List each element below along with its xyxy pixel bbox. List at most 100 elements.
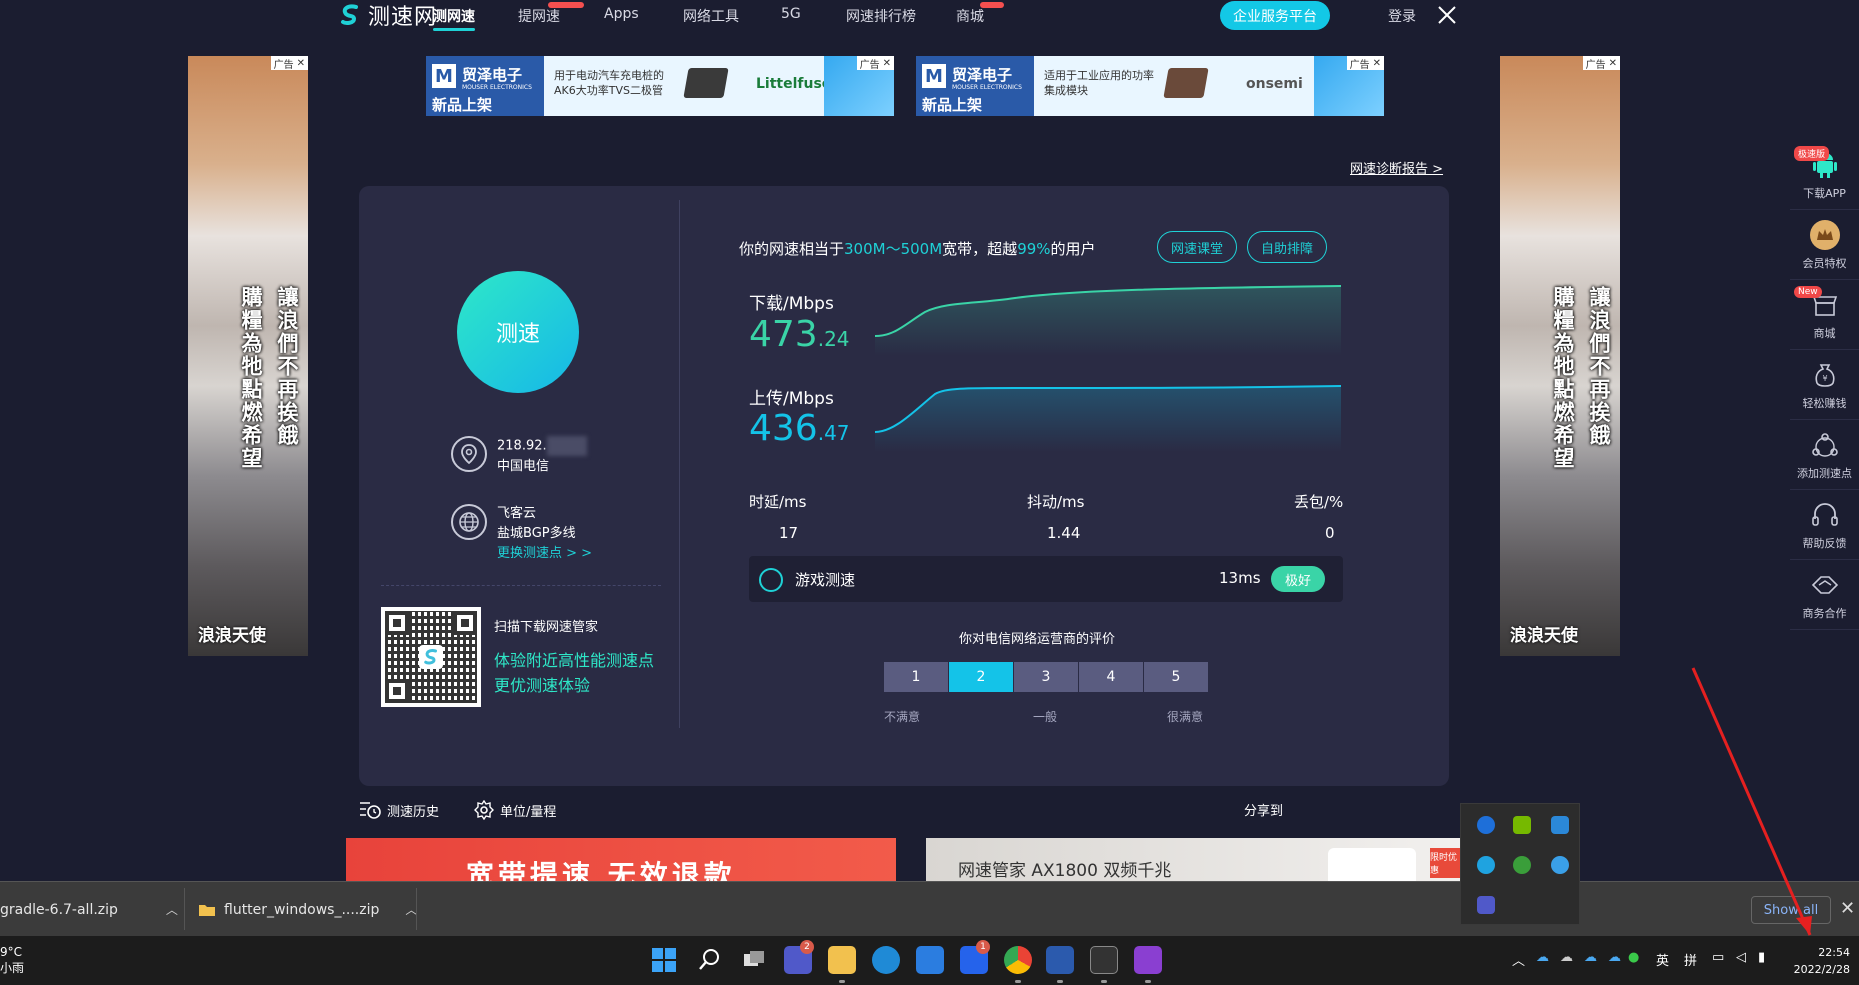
upload-chart bbox=[875, 385, 1341, 452]
bluetooth-icon[interactable] bbox=[1477, 816, 1495, 834]
close-icon[interactable] bbox=[1436, 4, 1458, 26]
store-icon[interactable] bbox=[916, 946, 944, 974]
terminal-icon[interactable] bbox=[1090, 946, 1118, 974]
download-int: 473 bbox=[749, 314, 818, 355]
side-ad-left[interactable]: 广告 ✕ 讓浪們不再挨餓 購糧為牠點燃希望 浪浪天使 bbox=[188, 56, 308, 656]
top-ad-1[interactable]: M 贸泽电子 MOUSER ELECTRONICS 新品上架 用于电动汽车充电桩… bbox=[426, 56, 894, 116]
download-filename: gradle-6.7-all.zip bbox=[0, 901, 118, 918]
scan-line: 体验附近高性能测速点 bbox=[494, 651, 655, 670]
battery-icon[interactable]: ▮ bbox=[1758, 950, 1765, 965]
sidebar-item-help[interactable]: 帮助反馈 bbox=[1790, 490, 1859, 560]
weather-widget[interactable]: 9°C 小雨 bbox=[0, 944, 24, 976]
unit-label: 单位/量程 bbox=[500, 804, 557, 820]
nvidia-icon[interactable] bbox=[1513, 816, 1531, 834]
visual-studio-icon[interactable] bbox=[1134, 946, 1162, 974]
sidebar-item-shop[interactable]: New 商城 bbox=[1790, 280, 1859, 350]
check-icon[interactable] bbox=[1551, 856, 1569, 874]
onedrive-icon[interactable]: ☁ bbox=[1536, 950, 1549, 965]
rating-low-label: 不满意 bbox=[884, 710, 921, 724]
ip-redaction bbox=[546, 436, 587, 456]
sidebar-item-add-node[interactable]: 添加测速点 bbox=[1790, 420, 1859, 490]
speed-class-button[interactable]: 网速课堂 bbox=[1157, 231, 1237, 263]
nav-shop[interactable]: 商城 bbox=[956, 2, 1004, 26]
nav-speedtest[interactable]: 测网速 bbox=[433, 6, 475, 31]
history-icon bbox=[360, 802, 381, 819]
teams-icon[interactable] bbox=[1477, 896, 1495, 914]
top-ad-2[interactable]: M 贸泽电子 MOUSER ELECTRONICS 新品上架 适用于工业应用的功… bbox=[916, 56, 1384, 116]
word-icon[interactable] bbox=[1046, 946, 1074, 974]
close-icon[interactable]: ✕ bbox=[1840, 898, 1855, 919]
jitter-label: 抖动/ms bbox=[1027, 493, 1085, 511]
weather-desc: 小雨 bbox=[0, 961, 25, 975]
ad-tag[interactable]: 广告 ✕ bbox=[270, 56, 308, 71]
onedrive-icon[interactable]: ☁ bbox=[1584, 950, 1597, 965]
close-icon[interactable]: ✕ bbox=[1609, 58, 1617, 69]
cloud-icon[interactable]: ☁ bbox=[1608, 950, 1621, 965]
self-troubleshoot-button[interactable]: 自助排障 bbox=[1247, 231, 1327, 263]
edge-icon[interactable] bbox=[1477, 856, 1495, 874]
nav-boost-label: 提网速 bbox=[518, 9, 560, 25]
sidebar-label: 商城 bbox=[1813, 326, 1836, 340]
rating-option-3[interactable]: 3 bbox=[1014, 662, 1078, 692]
start-test-button[interactable]: 测速 bbox=[457, 271, 579, 393]
file-explorer-icon[interactable] bbox=[828, 946, 856, 974]
ad-tag[interactable]: 广告 ✕ bbox=[1582, 56, 1620, 71]
ime-language[interactable]: 英 bbox=[1656, 950, 1669, 969]
sidebar-item-earn[interactable]: ¥ 轻松赚钱 bbox=[1790, 350, 1859, 420]
ad-copy: 适用于工业应用的功率集成模块 bbox=[1044, 69, 1154, 97]
ime-mode[interactable]: 拼 bbox=[1684, 950, 1697, 969]
rating-option-5[interactable]: 5 bbox=[1144, 662, 1208, 692]
sidebar-item-download-app[interactable]: 极速版 下载APP bbox=[1790, 140, 1859, 210]
chevron-up-icon[interactable]: ︿ bbox=[166, 901, 178, 918]
ad-brand-sub: MOUSER ELECTRONICS bbox=[952, 84, 1022, 91]
ad-tag[interactable]: 广告 ✕ bbox=[1346, 56, 1384, 71]
ad-brand: 贸泽电子 bbox=[462, 66, 523, 84]
close-icon[interactable]: ✕ bbox=[297, 58, 305, 69]
search-icon[interactable] bbox=[696, 946, 724, 974]
chevron-up-icon[interactable]: ︿ bbox=[1512, 950, 1525, 969]
rating-option-1[interactable]: 1 bbox=[884, 662, 948, 692]
onedrive-icon[interactable]: ☁ bbox=[1560, 950, 1573, 965]
volume-icon[interactable]: ◁ bbox=[1736, 950, 1746, 965]
nav-boost[interactable]: 提网速 bbox=[518, 2, 584, 26]
login-link[interactable]: 登录 bbox=[1388, 6, 1416, 26]
ad-brand-sub: MOUSER ELECTRONICS bbox=[462, 84, 532, 91]
nav-tools[interactable]: 网络工具 bbox=[683, 6, 739, 26]
sync-icon[interactable] bbox=[1513, 856, 1531, 874]
side-ad-right[interactable]: 广告 ✕ 讓浪們不再挨餓 購糧為牠點燃希望 浪浪天使 bbox=[1500, 56, 1620, 656]
ad-tag[interactable]: 广告 ✕ bbox=[856, 56, 894, 71]
chrome-icon[interactable] bbox=[1004, 946, 1032, 974]
nav-apps[interactable]: Apps bbox=[604, 6, 639, 22]
active-indicator bbox=[1015, 980, 1021, 983]
active-indicator bbox=[1101, 980, 1107, 983]
edge-icon[interactable] bbox=[872, 946, 900, 974]
rating-option-2[interactable]: 2 bbox=[949, 662, 1013, 692]
diagnosis-report-link[interactable]: 网速诊断报告 > bbox=[1350, 158, 1443, 177]
site-logo[interactable]: 测速网 bbox=[338, 2, 437, 30]
defender-icon[interactable] bbox=[1551, 816, 1569, 834]
nav-ranking[interactable]: 网速排行榜 bbox=[846, 6, 916, 26]
wechat-icon[interactable]: ● bbox=[1628, 950, 1639, 965]
summary-mid: 宽带，超越 bbox=[942, 240, 1018, 258]
change-node-link[interactable]: 更换测速点 > > bbox=[497, 544, 592, 564]
enterprise-button[interactable]: 企业服务平台 bbox=[1220, 1, 1330, 30]
sidebar-item-vip[interactable]: 会员特权 bbox=[1790, 210, 1859, 280]
unit-settings[interactable]: 单位/量程 bbox=[474, 800, 556, 820]
display-icon[interactable]: ▭ bbox=[1712, 950, 1724, 965]
download-item[interactable]: flutter_windows_....zip ︿ bbox=[198, 882, 417, 937]
nav-5g[interactable]: 5G bbox=[781, 6, 801, 22]
rating-option-4[interactable]: 4 bbox=[1079, 662, 1143, 692]
sidebar-item-business[interactable]: 商务合作 bbox=[1790, 560, 1859, 630]
show-all-button[interactable]: Show all bbox=[1751, 896, 1831, 924]
summary-band: 300M～500M bbox=[844, 240, 943, 258]
system-clock[interactable]: 22:54 2022/2/28 bbox=[1790, 944, 1850, 978]
close-icon[interactable]: ✕ bbox=[883, 58, 891, 69]
windows-start-icon[interactable] bbox=[650, 946, 678, 974]
ad-brand: 浪浪天使 bbox=[198, 626, 266, 646]
game-test-bar[interactable]: 游戏测速 13ms 极好 bbox=[749, 556, 1343, 602]
download-item[interactable]: gradle-6.7-all.zip ︿ bbox=[0, 882, 178, 937]
sidebar-badge: New bbox=[1794, 286, 1822, 298]
history-link[interactable]: 测速历史 bbox=[359, 800, 439, 820]
close-icon[interactable]: ✕ bbox=[1373, 58, 1381, 69]
task-view-icon[interactable] bbox=[740, 946, 768, 974]
